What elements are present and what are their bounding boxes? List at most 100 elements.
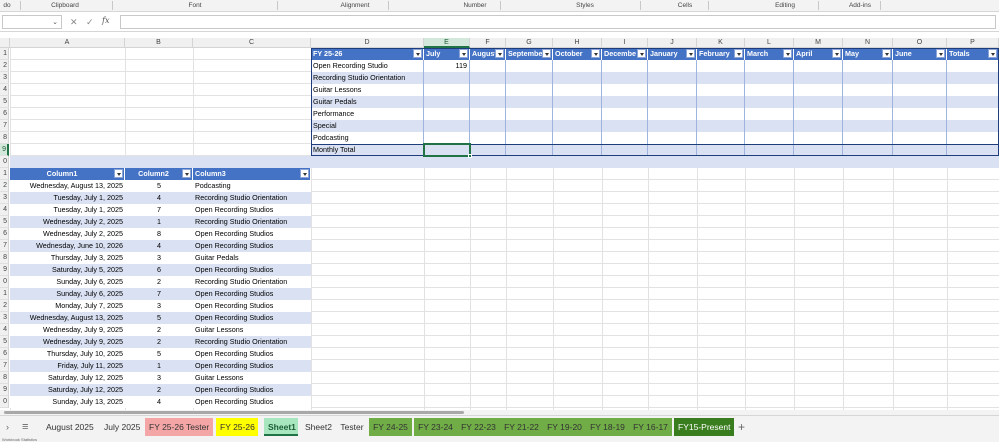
log-type-cell[interactable]: Guitar Pedals (193, 252, 311, 264)
log-type-cell[interactable]: Open Recording Studios (193, 264, 311, 276)
log-count-cell[interactable]: 7 (125, 204, 193, 216)
formula-input[interactable] (120, 15, 996, 29)
row-header[interactable]: 8 (0, 372, 9, 384)
row-header[interactable]: 6 (0, 228, 9, 240)
row-header[interactable]: 8 (0, 132, 9, 144)
row-header[interactable]: 5 (0, 216, 9, 228)
row-header[interactable]: 2 (0, 180, 9, 192)
log-type-cell[interactable]: Open Recording Studios (193, 384, 311, 396)
row-header[interactable]: 6 (0, 348, 9, 360)
row-header[interactable]: 3 (0, 312, 9, 324)
column-header-j[interactable]: J (648, 38, 697, 48)
log-count-cell[interactable]: 3 (125, 252, 193, 264)
log-type-cell[interactable]: Guitar Lessons (193, 372, 311, 384)
column-header-e[interactable]: E (424, 38, 470, 48)
log-type-cell[interactable]: Recording Studio Orientation (193, 216, 311, 228)
worksheet-grid[interactable]: ABCDEFGHIJKLMNOP123456789012345678901234… (0, 38, 999, 410)
log-type-cell[interactable]: Guitar Lessons (193, 324, 311, 336)
row-header[interactable]: 0 (0, 276, 9, 288)
log-count-cell[interactable]: 2 (125, 324, 193, 336)
column-header-g[interactable]: G (506, 38, 553, 48)
sheet-tab[interactable]: Tester (336, 418, 368, 436)
log-count-cell[interactable]: 2 (125, 336, 193, 348)
row-header[interactable]: 1 (0, 48, 9, 60)
row-header[interactable]: 3 (0, 192, 9, 204)
column-header-b[interactable]: B (125, 38, 193, 48)
sheet-tab[interactable]: FY 24-25 (369, 418, 412, 436)
log-count-cell[interactable]: 2 (125, 276, 193, 288)
column-header-l[interactable]: L (745, 38, 794, 48)
column-header-o[interactable]: O (893, 38, 947, 48)
log-date-cell[interactable]: Saturday, July 12, 2025 (10, 372, 125, 384)
sheet-tab[interactable]: FY 25-26 (216, 418, 258, 436)
sheet-tab[interactable]: August 2025 (42, 418, 96, 436)
log-type-cell[interactable]: Recording Studio Orientation (193, 276, 311, 288)
log-type-cell[interactable]: Open Recording Studios (193, 300, 311, 312)
scrollbar-thumb[interactable] (4, 411, 464, 414)
log-date-cell[interactable]: Thursday, July 3, 2025 (10, 252, 125, 264)
log-date-cell[interactable]: Wednesday, July 9, 2025 (10, 336, 125, 348)
log-date-cell[interactable]: Sunday, July 6, 2025 (10, 288, 125, 300)
row-header[interactable]: 1 (0, 168, 9, 180)
sheet-tab[interactable]: FY 19-20 (543, 418, 586, 436)
log-date-cell[interactable]: Saturday, July 5, 2025 (10, 264, 125, 276)
column-header-h[interactable]: H (553, 38, 602, 48)
log-date-cell[interactable]: Wednesday, August 13, 2025 (10, 180, 125, 192)
log-count-cell[interactable]: 3 (125, 372, 193, 384)
select-all-corner[interactable] (0, 38, 10, 48)
column-header-a[interactable]: A (10, 38, 125, 48)
enter-check-icon[interactable]: ✓ (86, 16, 94, 28)
column-header-m[interactable]: M (794, 38, 843, 48)
row-header[interactable]: 0 (0, 156, 9, 168)
sheet-tab[interactable]: Sheet2 (301, 418, 332, 436)
log-count-cell[interactable]: 6 (125, 264, 193, 276)
log-type-cell[interactable]: Podcasting (193, 180, 311, 192)
log-count-cell[interactable]: 5 (125, 312, 193, 324)
sheet-tab[interactable]: FY 16-17 (629, 418, 672, 436)
log-type-cell[interactable]: Open Recording Studios (193, 360, 311, 372)
log-table-header-cell[interactable]: Column3 (193, 168, 311, 180)
filter-dropdown-icon[interactable] (300, 169, 309, 178)
row-header[interactable]: 9 (0, 264, 9, 276)
log-date-cell[interactable]: Saturday, July 12, 2025 (10, 384, 125, 396)
log-date-cell[interactable]: Sunday, July 13, 2025 (10, 396, 125, 408)
log-date-cell[interactable]: Wednesday, August 13, 2025 (10, 312, 125, 324)
sheet-tab[interactable]: FY 21-22 (500, 418, 543, 436)
row-header[interactable]: 6 (0, 108, 9, 120)
name-box[interactable]: ⌄ (2, 15, 62, 29)
sheet-tab[interactable]: FY 23-24 (414, 418, 457, 436)
row-header[interactable]: 5 (0, 96, 9, 108)
column-header-d[interactable]: D (311, 38, 424, 48)
column-header-k[interactable]: K (697, 38, 745, 48)
row-header[interactable]: 8 (0, 252, 9, 264)
log-count-cell[interactable]: 3 (125, 300, 193, 312)
log-date-cell[interactable]: Tuesday, July 1, 2025 (10, 204, 125, 216)
row-header[interactable]: 7 (0, 120, 9, 132)
sheet-tab[interactable]: Sheet1 (264, 418, 298, 436)
filter-dropdown-icon[interactable] (182, 169, 191, 178)
log-count-cell[interactable]: 1 (125, 360, 193, 372)
row-header[interactable]: 1 (0, 288, 9, 300)
log-count-cell[interactable]: 5 (125, 180, 193, 192)
row-header[interactable]: 7 (0, 360, 9, 372)
chevron-down-icon[interactable]: ⌄ (52, 18, 58, 26)
row-header[interactable]: 0 (0, 396, 9, 408)
sheet-tab[interactable]: FY 18-19 (586, 418, 629, 436)
log-count-cell[interactable]: 4 (125, 240, 193, 252)
row-header[interactable]: 2 (0, 300, 9, 312)
log-count-cell[interactable]: 1 (125, 216, 193, 228)
log-count-cell[interactable]: 5 (125, 348, 193, 360)
log-date-cell[interactable]: Thursday, July 10, 2025 (10, 348, 125, 360)
log-type-cell[interactable]: Recording Studio Orientation (193, 192, 311, 204)
row-header[interactable]: 9 (0, 144, 9, 156)
log-table-header-cell[interactable]: Column1 (10, 168, 125, 180)
row-header[interactable]: 5 (0, 336, 9, 348)
log-date-cell[interactable]: Monday, July 7, 2025 (10, 300, 125, 312)
all-sheets-menu-icon[interactable]: ≡ (22, 420, 28, 434)
row-header[interactable]: 7 (0, 240, 9, 252)
log-count-cell[interactable]: 4 (125, 396, 193, 408)
log-type-cell[interactable]: Open Recording Studios (193, 312, 311, 324)
row-header[interactable]: 2 (0, 60, 9, 72)
log-table-header-cell[interactable]: Column2 (125, 168, 193, 180)
log-date-cell[interactable]: Tuesday, July 1, 2025 (10, 192, 125, 204)
